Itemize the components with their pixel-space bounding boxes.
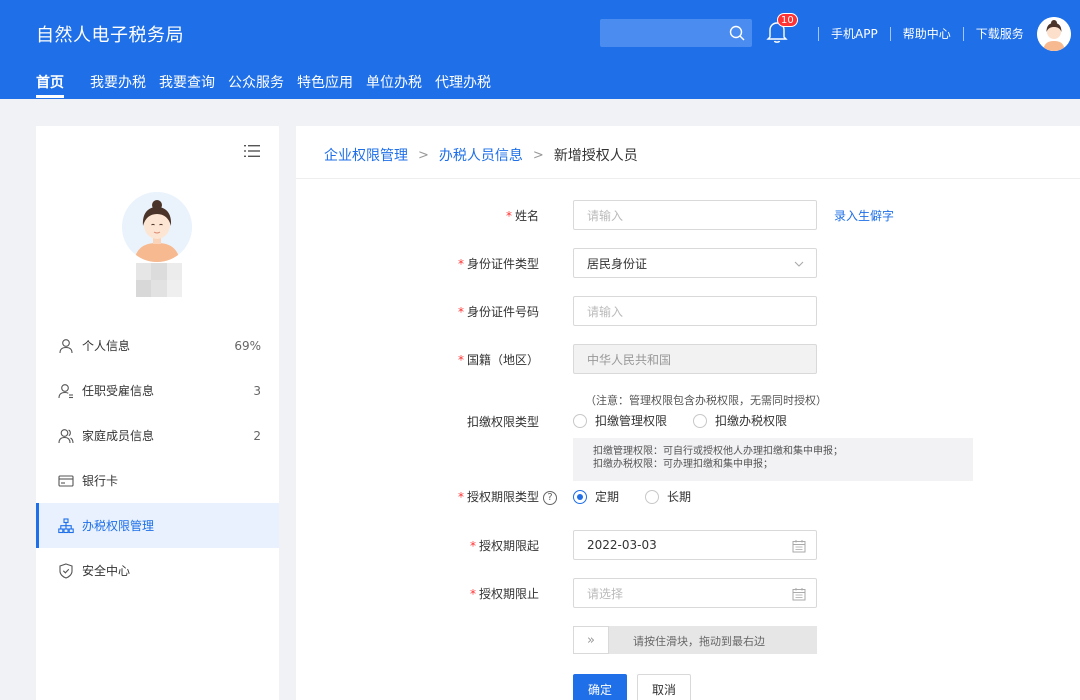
breadcrumb-enterprise-permission[interactable]: 企业权限管理: [324, 145, 408, 165]
nationality-label: * 国籍（地区）: [457, 353, 539, 367]
end-date-label: * 授权期限止: [469, 587, 539, 601]
period-type-label: * 授权期限类型?: [359, 488, 557, 505]
start-date-input[interactable]: 2022-03-03: [573, 530, 817, 560]
search-icon[interactable]: [728, 24, 746, 42]
cancel-button[interactable]: 取消: [637, 674, 691, 700]
slider-handle[interactable]: »: [573, 626, 609, 654]
radio-circle[interactable]: [645, 489, 660, 504]
nationality-field: 中华人民共和国: [573, 344, 817, 374]
divider: [889, 26, 891, 41]
radio-deduction-tax[interactable]: 扣缴办税权限: [693, 412, 787, 429]
sidebar-item-tax-permission[interactable]: 办税权限管理: [36, 503, 279, 548]
main-nav: 首页 我要办税 我要查询 公众服务 特色应用 单位办税 代理办税: [36, 72, 504, 98]
radio-circle[interactable]: [573, 413, 587, 428]
confirm-button[interactable]: 确定: [573, 674, 627, 700]
profile-avatar[interactable]: [122, 192, 192, 262]
avatar-icon: [1037, 17, 1071, 51]
breadcrumb-current: 新增授权人员: [553, 148, 638, 164]
employment-icon: [58, 383, 73, 398]
sidebar-item-security[interactable]: 安全中心: [36, 548, 279, 593]
name-label: * 姓名: [505, 209, 539, 223]
slider-captcha[interactable]: » 请按住滑块，拖动到最右边: [573, 626, 817, 654]
slider-hint: 请按住滑块，拖动到最右边: [633, 635, 765, 648]
nav-home[interactable]: 首页: [36, 72, 64, 98]
id-type-label: * 身份证件类型: [457, 257, 539, 271]
deduction-info-box: 扣缴管理权限：可自行或授权他人办理扣缴和集中申报； 扣缴办税权限：可办理扣缴和集…: [573, 438, 973, 481]
radio-circle-checked[interactable]: [573, 489, 587, 504]
rare-char-link[interactable]: 录入生僻字: [834, 207, 894, 224]
calendar-icon[interactable]: [792, 587, 806, 601]
nav-unit-tax[interactable]: 单位办税: [366, 72, 422, 98]
chevron-down-icon: [794, 261, 804, 267]
breadcrumb: 企业权限管理 > 办税人员信息 > 新增授权人员: [324, 145, 638, 165]
menu-toggle-icon[interactable]: [244, 144, 260, 158]
id-type-select[interactable]: 居民身份证: [573, 248, 817, 278]
sidebar-item-count: 3: [253, 383, 261, 398]
breadcrumb-separator: >: [418, 147, 429, 163]
sidebar-item-personal-info[interactable]: 个人信息 69%: [36, 323, 279, 368]
nav-query[interactable]: 我要查询: [159, 72, 215, 98]
deduction-type-label: 扣缴权限类型: [466, 415, 539, 429]
radio-deduction-management[interactable]: 扣缴管理权限: [573, 412, 667, 429]
period-type-radio-group: 定期 长期: [573, 488, 717, 505]
nav-special-apps[interactable]: 特色应用: [297, 72, 353, 98]
mobile-app-link[interactable]: 手机APP: [831, 25, 878, 42]
sidebar-item-employment[interactable]: 任职受雇信息 3: [36, 368, 279, 413]
header-links: 手机APP 帮助中心 下载服务: [806, 25, 1024, 42]
radio-circle[interactable]: [693, 413, 708, 428]
calendar-icon[interactable]: [792, 539, 806, 553]
id-number-label: * 身份证件号码: [457, 305, 539, 319]
avatar-icon: [122, 192, 192, 262]
name-input[interactable]: 请输入: [573, 200, 817, 230]
help-center-link[interactable]: 帮助中心: [903, 25, 951, 42]
site-logo[interactable]: 自然人电子税务局: [36, 21, 184, 47]
sidebar-item-family[interactable]: 家庭成员信息 2: [36, 413, 279, 458]
sidebar-item-label: 安全中心: [82, 564, 131, 578]
help-icon[interactable]: ?: [543, 490, 557, 505]
user-avatar[interactable]: [1037, 17, 1071, 51]
nav-public-service[interactable]: 公众服务: [228, 72, 284, 98]
sidebar-item-label: 办税权限管理: [82, 519, 155, 533]
breadcrumb-tax-staff[interactable]: 办税人员信息: [439, 145, 523, 165]
sidebar-item-label: 个人信息: [82, 339, 131, 353]
divider: [962, 26, 964, 41]
side-menu: 个人信息 69% 任职受雇信息 3 家庭成员信息 2 银行卡 办税权限管理 安全…: [36, 323, 279, 593]
sidebar-item-label: 银行卡: [82, 474, 119, 488]
sidebar: 个人信息 69% 任职受雇信息 3 家庭成员信息 2 银行卡 办税权限管理 安全…: [36, 126, 279, 700]
radio-period-long[interactable]: 长期: [645, 488, 691, 505]
profile-name-blurred: [136, 263, 182, 297]
download-service-link[interactable]: 下载服务: [976, 25, 1024, 42]
breadcrumb-separator: >: [532, 147, 544, 163]
notification-badge: 10: [777, 13, 798, 27]
radio-period-fixed[interactable]: 定期: [573, 488, 619, 505]
top-header: 自然人电子税务局 10 手机APP 帮助中心 下载服务 首页 我要办税 我要查询…: [0, 0, 1080, 99]
deduction-type-radio-group: 扣缴管理权限 扣缴办税权限: [573, 412, 813, 429]
start-date-label: * 授权期限起: [469, 539, 539, 553]
divider: [296, 178, 1080, 179]
main-panel: 企业权限管理 > 办税人员信息 > 新增授权人员 * 姓名 请输入 录入生僻字 *…: [296, 126, 1080, 700]
search-input[interactable]: [600, 19, 752, 47]
family-icon: [58, 428, 74, 443]
nav-tax-handling[interactable]: 我要办税: [90, 72, 146, 98]
id-number-input[interactable]: 请输入: [573, 296, 817, 326]
deduction-note: （注意：管理权限包含办税权限，无需同时授权）: [585, 394, 827, 407]
person-icon: [59, 338, 73, 353]
org-chart-icon: [58, 517, 74, 533]
end-date-input[interactable]: 请选择: [573, 578, 817, 608]
sidebar-item-count: 2: [253, 428, 261, 443]
bank-card-icon: [58, 474, 74, 487]
nav-agent-tax[interactable]: 代理办税: [435, 72, 491, 98]
sidebar-item-bank-card[interactable]: 银行卡: [36, 458, 279, 503]
sidebar-item-label: 家庭成员信息: [82, 429, 155, 443]
shield-icon: [59, 562, 73, 579]
divider: [818, 26, 819, 41]
sidebar-item-label: 任职受雇信息: [82, 384, 155, 398]
sidebar-item-count: 69%: [234, 338, 261, 353]
